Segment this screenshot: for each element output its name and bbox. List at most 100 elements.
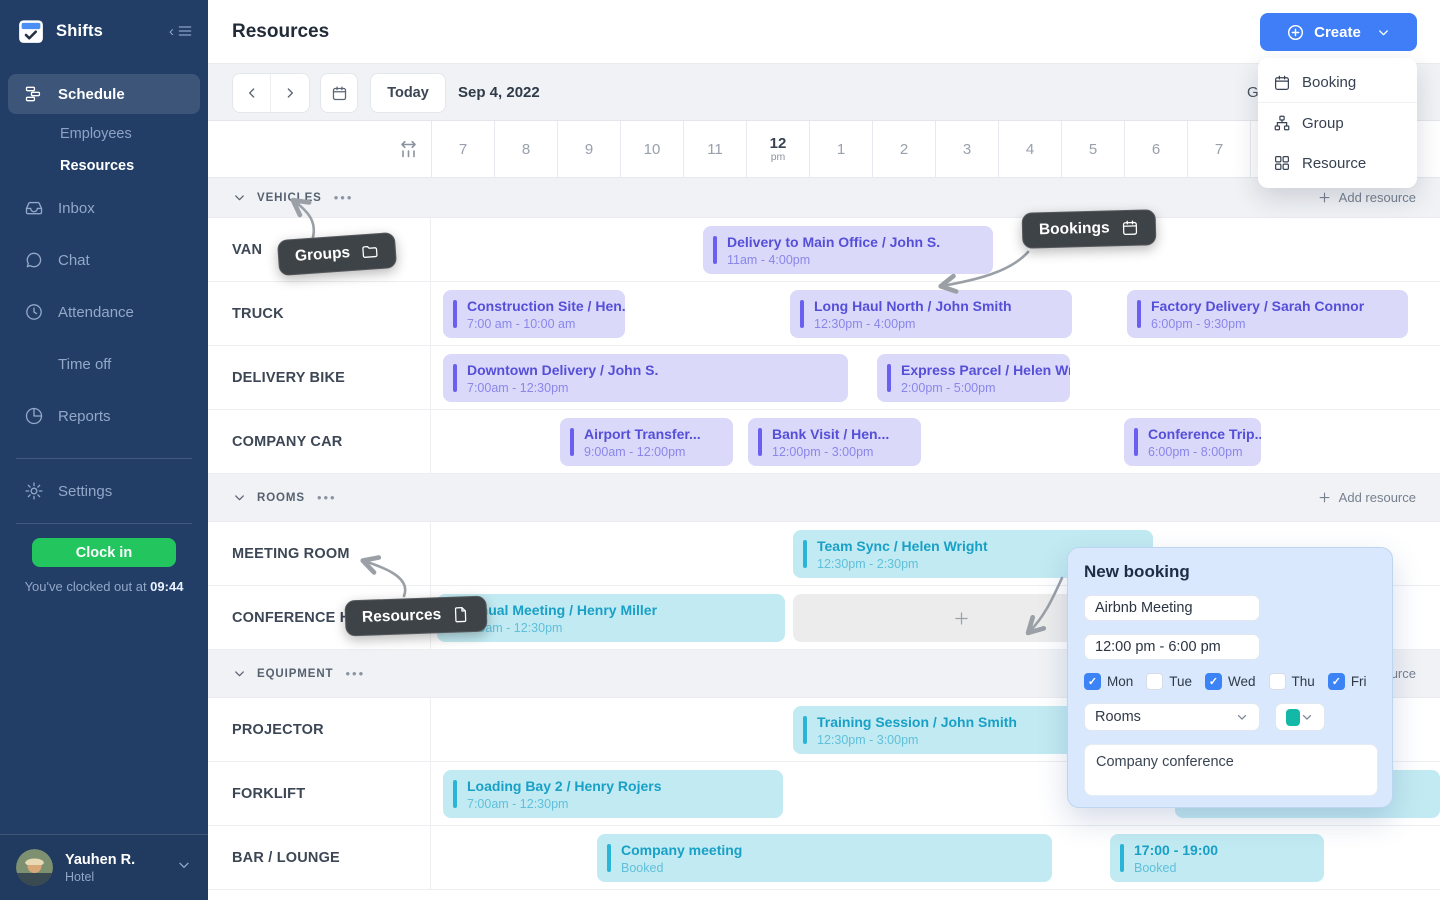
sidebar-settings-slot: Settings [0, 471, 208, 511]
category-select[interactable]: Rooms [1084, 703, 1260, 731]
booking-card[interactable]: Delivery to Main Office / John S.11am - … [703, 226, 993, 274]
chevron-down-icon[interactable] [232, 190, 247, 205]
sidebar-item-time-off[interactable]: Time off [8, 344, 200, 384]
booking-accent-bar [713, 236, 717, 264]
booking-card[interactable]: 17:00 - 19:00Booked [1110, 834, 1324, 882]
sidebar-item-chat[interactable]: Chat [8, 240, 200, 280]
section-header-vehicles: VEHICLES•••Add resource [208, 178, 1440, 218]
create-button[interactable]: Create [1260, 13, 1417, 51]
chevron-down-icon [1300, 710, 1314, 724]
add-resource-button[interactable]: Add resource [1317, 190, 1416, 205]
booking-card[interactable]: Bank Visit / Hen...12:00pm - 3:00pm [748, 418, 921, 466]
booking-card[interactable]: Annual Meeting / Henry Miller7:00am - 12… [437, 594, 785, 642]
booking-card[interactable]: Company meetingBooked [597, 834, 1052, 882]
weekday-checkbox-wed[interactable]: ✓Wed [1205, 673, 1256, 690]
sidebar-item-inbox[interactable]: Inbox [8, 188, 200, 228]
current-date-label: Sep 4, 2022 [458, 84, 540, 101]
booking-card[interactable]: Loading Bay 2 / Henry Rojers7:00am - 12:… [443, 770, 783, 818]
booking-card[interactable]: Long Haul North / John Smith12:30pm - 4:… [790, 290, 1072, 338]
timeline-hour-7: 7 [1187, 121, 1250, 177]
plus-icon [1317, 490, 1332, 505]
weekday-checkbox-mon[interactable]: ✓Mon [1084, 673, 1133, 690]
chevron-down-icon[interactable] [232, 490, 247, 505]
column-resize-icon[interactable] [398, 138, 419, 164]
booking-card[interactable]: Airport Transfer...9:00am - 12:00pm [560, 418, 733, 466]
booking-note-textarea[interactable]: Company conference [1084, 744, 1378, 796]
plus-circle-icon [1286, 23, 1305, 42]
nav-gap [0, 230, 208, 238]
timeline-hour-10: 10 [620, 121, 683, 177]
chevron-down-icon[interactable] [232, 666, 247, 681]
resource-name: BAR / LOUNGE [208, 826, 431, 889]
next-day-button[interactable] [271, 73, 309, 113]
booking-card[interactable]: Express Parcel / Helen Wr...2:00pm - 5:0… [877, 354, 1070, 402]
booking-card[interactable]: Downtown Delivery / John S.7:00am - 12:3… [443, 354, 848, 402]
booking-title: 17:00 - 19:00 [1134, 841, 1314, 860]
main-area: Resources Create [208, 0, 1440, 900]
sidebar-item-settings[interactable]: Settings [8, 471, 200, 511]
sidebar-item-reports[interactable]: Reports [8, 396, 200, 436]
calendar-picker-button[interactable] [321, 73, 357, 113]
color-swatch [1286, 709, 1300, 726]
weekday-checkbox-thu[interactable]: Thu [1269, 673, 1315, 690]
user-meta: Yauhen R. Hotel [65, 852, 164, 884]
weekday-label: Wed [1228, 674, 1256, 689]
create-menu-item-booking[interactable]: Booking [1258, 63, 1417, 103]
sidebar-nav: ScheduleEmployeesResourcesInboxChatAtten… [0, 74, 208, 446]
resources-callout: Resources [344, 596, 487, 637]
weekday-checkbox-tue[interactable]: Tue [1146, 673, 1192, 690]
gear-icon [24, 481, 44, 501]
create-menu-item-resource[interactable]: Resource [1258, 143, 1417, 183]
clocked-out-time: 09:44 [150, 579, 183, 594]
calendar-icon [1273, 74, 1291, 92]
sidebar-item-schedule[interactable]: Schedule [8, 74, 200, 114]
nav-gap [0, 334, 208, 342]
sidebar-subitem-resources[interactable]: Resources [0, 150, 208, 182]
booking-card[interactable]: Factory Delivery / Sarah Connor6:00pm - … [1127, 290, 1408, 338]
sidebar-divider-2 [16, 523, 192, 524]
sidebar-subitem-employees[interactable]: Employees [0, 118, 208, 150]
booking-accent-bar [758, 428, 762, 456]
booking-time: 7:00am - 12:30pm [467, 380, 838, 396]
menu-item-label: Booking [1302, 74, 1356, 91]
timeline-hour-1: 1 [809, 121, 872, 177]
clock-in-button[interactable]: Clock in [32, 538, 176, 567]
app-window: Shifts ‹ ScheduleEmployeesResourcesInbox… [0, 0, 1440, 900]
booking-card[interactable]: Conference Trip...6:00pm - 8:00pm [1124, 418, 1261, 466]
plus-icon [1317, 190, 1332, 205]
section-name: EQUIPMENT [257, 668, 333, 680]
calendar-icon [1120, 219, 1138, 237]
booking-name-input[interactable] [1084, 595, 1260, 621]
add-resource-label: Add resource [1339, 190, 1416, 205]
resource-name: MEETING ROOM [208, 522, 431, 585]
booking-title: Annual Meeting / Henry Miller [461, 601, 775, 620]
clocked-out-status: You've clocked out at 09:44 [0, 579, 208, 594]
user-profile[interactable]: Yauhen R. Hotel [0, 834, 208, 900]
section-menu-dots-icon[interactable]: ••• [317, 490, 337, 505]
booking-title: Bank Visit / Hen... [772, 425, 911, 444]
section-menu-dots-icon[interactable]: ••• [334, 190, 354, 205]
sidebar-collapse-icon[interactable]: ‹ [169, 23, 194, 39]
popup-select-row: Rooms [1084, 703, 1376, 731]
today-button[interactable]: Today [371, 73, 445, 113]
booking-accent-bar [453, 780, 457, 808]
sidebar-item-attendance[interactable]: Attendance [8, 292, 200, 332]
weekday-checkbox-fri[interactable]: ✓Fri [1328, 673, 1367, 690]
booking-card[interactable]: Training Session / John Smith12:30pm - 3… [793, 706, 1080, 754]
booking-time-input[interactable] [1084, 634, 1260, 660]
sidebar-header: Shifts ‹ [0, 0, 208, 56]
weekday-label: Mon [1107, 674, 1133, 689]
chevron-down-icon [176, 857, 192, 878]
section-menu-dots-icon[interactable]: ••• [345, 666, 365, 681]
color-select[interactable] [1275, 703, 1325, 731]
clipped-groupby-text: G [1247, 84, 1259, 101]
timeline-hour-5: 5 [1061, 121, 1124, 177]
avatar [16, 849, 53, 886]
sidebar-subnav: EmployeesResources [0, 118, 208, 182]
add-resource-button[interactable]: Add resource [1317, 490, 1416, 505]
create-menu-item-group[interactable]: Group [1258, 103, 1417, 143]
booking-title: Delivery to Main Office / John S. [727, 233, 983, 252]
booking-card[interactable]: Construction Site / Hen...7:00 am - 10:0… [443, 290, 625, 338]
booking-accent-bar [803, 540, 807, 568]
previous-day-button[interactable] [233, 73, 271, 113]
